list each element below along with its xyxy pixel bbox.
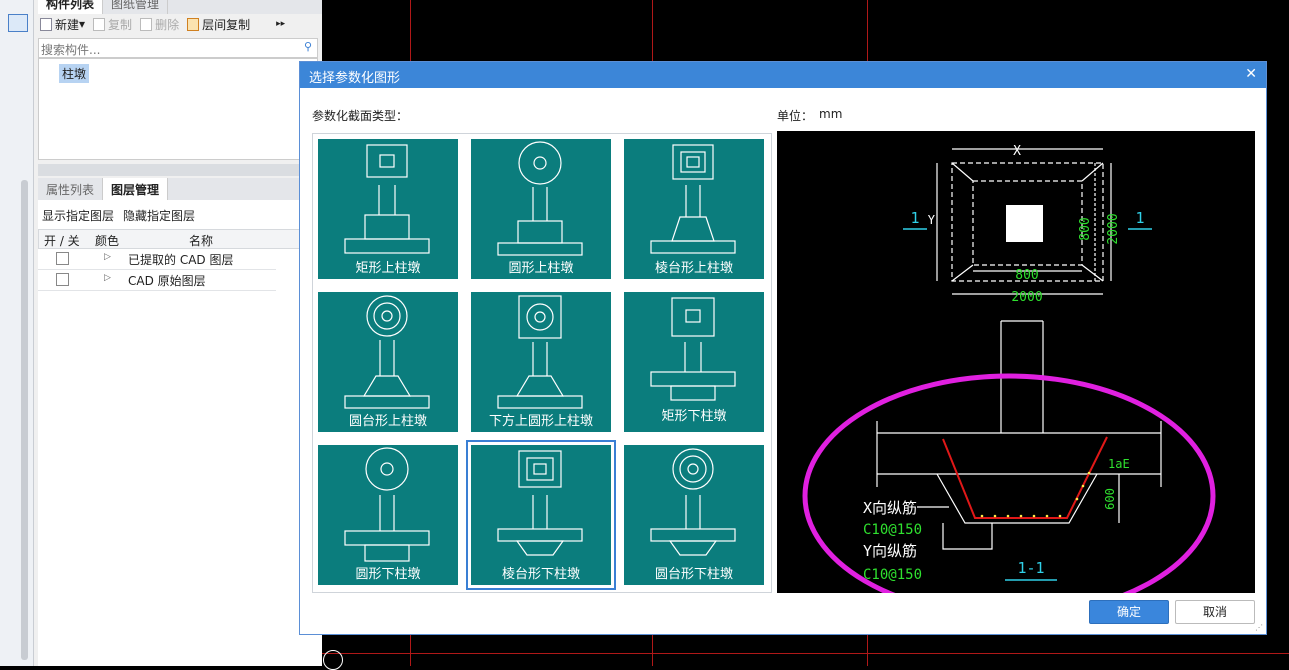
dim-y-label: Y [928, 213, 936, 227]
shape-caption: 圆形下柱墩 [355, 567, 421, 582]
shape-caption: 圆形上柱墩 [508, 261, 574, 276]
section-mark-right: 1 [1135, 209, 1144, 227]
floor-copy-icon [187, 17, 200, 31]
copy-button[interactable]: 复制 [93, 16, 132, 33]
column-section [1006, 205, 1043, 242]
dim-outer-height: 2000 [1106, 213, 1121, 244]
tab-layer-management[interactable]: 图层管理 [103, 178, 169, 200]
dim-inner-height: 800 [1078, 217, 1093, 240]
search-placeholder: 搜索构件... [41, 43, 101, 57]
header-color: 颜色 [95, 234, 120, 248]
component-toolbar: 新建 ▾ 复制 删除 层间复制 ▸▸ [40, 14, 322, 34]
layer-name: CAD 原始图层 [128, 274, 206, 288]
ok-button[interactable]: 确定 [1089, 600, 1169, 624]
y-rebar-label: Y向纵筋 [863, 542, 917, 560]
shape-caption: 棱台形下柱墩 [501, 567, 580, 582]
tab-component-list[interactable]: 构件列表 [38, 0, 104, 14]
bottom-tabs: 属性列表 图层管理 [38, 178, 322, 200]
x-rebar-label: X向纵筋 [863, 499, 917, 517]
section-mark-left: 1 [910, 209, 919, 227]
copy-icon [93, 17, 106, 31]
show-layer-button[interactable]: 显示指定图层 [42, 207, 114, 224]
expand-arrow-icon[interactable]: ▷ [104, 273, 111, 283]
table-row: ▷ 已提取的 CAD 图层 [38, 249, 276, 270]
shape-frustum-lower[interactable]: 棱台形下柱墩 [471, 445, 611, 585]
depth-label: 600 [1103, 488, 1117, 510]
shape-frustum-upper[interactable]: 棱台形上柱墩 [624, 139, 764, 279]
shape-caption: 下方上圆形上柱墩 [488, 414, 593, 429]
dialog-title-bar[interactable]: 选择参数化图形 [300, 62, 1266, 88]
scrollbar[interactable] [21, 180, 28, 660]
cancel-button[interactable]: 取消 [1175, 600, 1255, 624]
search-icon[interactable]: ⚲ [304, 40, 312, 53]
shape-cone-lower[interactable]: 圆台形下柱墩 [624, 445, 764, 585]
hide-layer-button[interactable]: 隐藏指定图层 [123, 207, 195, 224]
section-title: 1-1 [1017, 559, 1044, 577]
floor-copy-button[interactable]: 层间复制 [187, 16, 250, 33]
shape-grid: 矩形上柱墩 圆形上柱墩 棱台形上柱墩 圆台形上柱墩 下方上圆形上柱墩 矩形下柱墩… [312, 133, 772, 593]
component-tree: 柱墩 [38, 58, 318, 160]
y-rebar-spec: C10@150 [863, 567, 922, 583]
shape-circle-lower[interactable]: 圆形下柱墩 [318, 445, 458, 585]
shape-caption: 圆台形上柱墩 [348, 414, 427, 429]
anchor-length-label: 1aE [1108, 457, 1130, 471]
x-rebar-spec: C10@150 [863, 522, 922, 538]
ucs-icon [323, 650, 343, 670]
shape-caption: 圆台形下柱墩 [654, 567, 733, 582]
shape-preview: X Y 800 2000 800 2000 1 1 1aE 600 X向纵筋 C… [777, 131, 1255, 593]
shape-cone-upper[interactable]: 圆台形上柱墩 [318, 292, 458, 432]
shape-caption: 矩形上柱墩 [355, 261, 421, 276]
shape-square-under-round[interactable]: 下方上圆形上柱墩 [471, 292, 611, 432]
dim-outer-width: 2000 [1011, 290, 1042, 305]
grid-view-icon[interactable] [8, 14, 28, 32]
left-toolbar-strip [0, 0, 34, 666]
shape-caption: 棱台形上柱墩 [654, 261, 733, 276]
table-row: ▷ CAD 原始图层 [38, 270, 276, 291]
tab-properties[interactable]: 属性列表 [38, 178, 104, 200]
tree-item[interactable]: 柱墩 [59, 64, 90, 83]
layer-panel: 显示指定图层 隐藏指定图层 开 / 关 颜色 名称 ▷ 已提取的 CAD 图层 … [38, 200, 322, 666]
search-input[interactable]: 搜索构件... ⚲ [38, 38, 318, 58]
top-tabs: 构件列表 图纸管理 [38, 0, 322, 14]
shape-rect-upper[interactable]: 矩形上柱墩 [318, 139, 458, 279]
close-icon[interactable]: ✕ [1245, 66, 1257, 82]
new-icon [40, 17, 52, 31]
tab-drawing-management[interactable]: 图纸管理 [103, 0, 169, 14]
header-name: 名称 [189, 234, 214, 248]
splitter[interactable] [38, 164, 322, 176]
shape-rect-lower[interactable]: 矩形下柱墩 [624, 292, 764, 432]
layer-name: 已提取的 CAD 图层 [128, 253, 234, 267]
section-type-label: 参数化截面类型： [312, 109, 409, 123]
dim-x-label: X [1013, 144, 1021, 159]
dialog-title: 选择参数化图形 [309, 71, 401, 86]
delete-icon [140, 17, 153, 31]
unit-label: 单位： [777, 109, 814, 123]
rebar-line [942, 436, 1108, 519]
component-panel: 构件列表 图纸管理 新建 ▾ 复制 删除 层间复制 ▸▸ 搜索构件... ⚲ 柱… [34, 0, 322, 666]
new-button[interactable]: 新建 ▾ [40, 16, 85, 33]
layer-checkbox[interactable] [56, 252, 69, 265]
dim-inner-width: 800 [1015, 268, 1038, 283]
header-onoff: 开 / 关 [44, 234, 80, 248]
shape-circle-upper[interactable]: 圆形上柱墩 [471, 139, 611, 279]
select-parametric-dialog: 选择参数化图形 ✕ 参数化截面类型： 单位： mm 矩形上柱墩 圆形上柱墩 棱台… [299, 61, 1267, 635]
expand-arrow-icon[interactable]: ▷ [104, 252, 111, 262]
layer-checkbox[interactable] [56, 273, 69, 286]
shape-caption: 矩形下柱墩 [661, 409, 727, 424]
resize-grip-icon[interactable]: ⋰ [1255, 623, 1263, 632]
unit-value: mm [819, 107, 843, 121]
layer-table-header: 开 / 关 颜色 名称 [38, 229, 300, 249]
delete-button[interactable]: 删除 [140, 16, 179, 33]
grid-line [322, 653, 1289, 654]
more-arrow-icon[interactable]: ▸▸ [276, 19, 285, 29]
highlight-ellipse [802, 373, 1216, 593]
